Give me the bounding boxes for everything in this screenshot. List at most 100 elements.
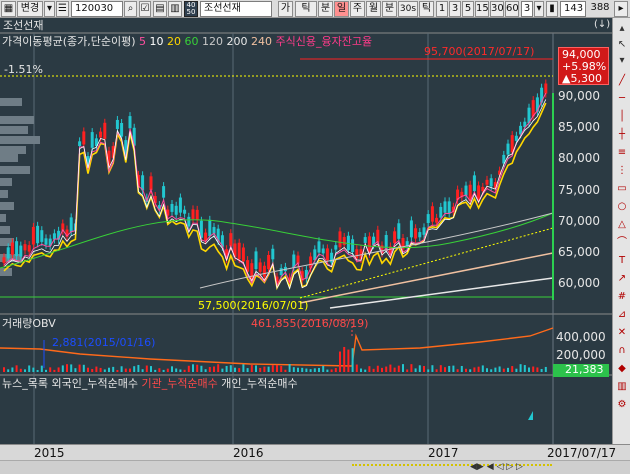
checkbox-icon[interactable]: ☑ — [139, 1, 151, 17]
volume-bar-96 — [406, 369, 409, 372]
minute-tick-button[interactable]: 틱 — [295, 1, 317, 17]
minute-button[interactable]: 분 — [318, 1, 333, 17]
erase-icon[interactable]: ✕ — [615, 326, 629, 339]
trend-line-icon[interactable]: ╱ — [615, 74, 629, 87]
chart-area[interactable]: 조선선재 (↓) 가격이동평균(종가,단순이평) 5 10 20 60 120 … — [0, 18, 612, 462]
stock-change-button[interactable]: 변경 — [17, 1, 43, 17]
cross-line-icon[interactable]: ┼ — [615, 128, 629, 141]
period-3-button[interactable]: 3 — [449, 1, 461, 17]
grid-menu-icon[interactable]: ▦ — [1, 1, 16, 17]
ma-120-label: 120 — [202, 35, 224, 48]
period-1-button[interactable]: 1 — [436, 1, 448, 17]
volume-bar-53 — [225, 365, 228, 372]
mode-badge[interactable]: 40 50 — [184, 1, 198, 17]
volume-bar-61 — [259, 367, 262, 372]
volume-bar-54 — [229, 365, 232, 372]
news-list-label[interactable]: 뉴스_목록 — [2, 377, 48, 390]
fibonacci-icon[interactable]: ⋮ — [615, 164, 629, 177]
tick2-button[interactable]: 틱 — [419, 1, 434, 17]
price-chart[interactable] — [0, 18, 612, 462]
x-label-2016: 2016 — [233, 446, 264, 460]
rectangle-icon[interactable]: ▭ — [615, 182, 629, 195]
text-icon[interactable]: T — [615, 254, 629, 267]
measure-icon[interactable]: ⊿ — [615, 308, 629, 321]
volume-bar-55 — [234, 367, 236, 372]
candle-body-122 — [514, 135, 518, 141]
triangle-icon[interactable]: △ — [615, 218, 629, 231]
scroll-down-icon[interactable]: ▾ — [615, 54, 629, 67]
volume-bar-58 — [246, 368, 249, 372]
period-60-button[interactable]: 60 — [505, 1, 519, 17]
volume-bar-24 — [103, 369, 106, 372]
count-field[interactable]: 143 — [560, 1, 586, 17]
tick-button[interactable]: 가 — [278, 1, 293, 17]
volume-title: 거래량 — [2, 317, 33, 330]
cursor-icon[interactable]: ↖ — [615, 38, 629, 51]
arc-icon[interactable]: ⌒ — [615, 236, 629, 249]
candle-body-8 — [36, 225, 40, 244]
arrow-icon[interactable]: ↗ — [615, 272, 629, 285]
individual-net-label: 개인_누적순매수 — [221, 377, 298, 390]
volume-bar-125 — [528, 367, 530, 372]
volume-bar-22 — [95, 366, 98, 372]
volume-bar-84 — [355, 364, 358, 372]
settings-icon[interactable]: ▥ — [168, 1, 182, 17]
chart-icon[interactable]: ▤ — [153, 1, 167, 17]
lock-icon[interactable]: ◆ — [615, 362, 629, 375]
volume-bar-29 — [124, 368, 127, 372]
volume-bar-36 — [154, 369, 157, 372]
volume-bar-69 — [292, 367, 295, 372]
period-custom-field[interactable]: 3 — [521, 1, 533, 17]
magnet-icon[interactable]: ∩ — [615, 344, 629, 357]
minute2-button[interactable]: 분 — [382, 1, 397, 17]
vertical-line-icon[interactable]: │ — [615, 110, 629, 123]
grid-tool-icon[interactable]: # — [615, 290, 629, 303]
ma-5-label: 5 — [139, 35, 147, 48]
restore-icon[interactable]: (↓) — [594, 19, 610, 31]
volume-bar-60 — [255, 365, 257, 372]
search-icon[interactable]: ⌕ — [124, 1, 137, 17]
horizontal-line-icon[interactable]: ─ — [615, 92, 629, 105]
scroll-right-icon[interactable]: ▸ — [614, 1, 628, 17]
scroll-up-icon[interactable]: ▴ — [615, 22, 629, 35]
volume-bar-19 — [82, 364, 85, 372]
volume-bar-52 — [221, 368, 224, 372]
config-icon[interactable]: ⚙ — [615, 398, 629, 411]
seconds-button[interactable]: 30s — [398, 1, 418, 17]
chart-type-button[interactable]: ☰ — [56, 1, 69, 17]
volume-bar-74 — [313, 368, 316, 372]
scroll-left-arrow-icon[interactable]: ◀▶ ◀ ◁ ▷ ▷ — [470, 462, 523, 472]
volume-bar-80 — [339, 351, 341, 372]
delete-all-icon[interactable]: ▥ — [615, 380, 629, 393]
period-30-button[interactable]: 30 — [490, 1, 504, 17]
stock-code-field[interactable]: 120030 — [71, 1, 123, 17]
view-toggle-icon[interactable]: ▮ — [546, 1, 558, 17]
candle-body-66 — [279, 268, 283, 275]
day-button[interactable]: 일 — [334, 1, 349, 17]
volume-bar-27 — [116, 369, 119, 372]
volume-profile-bar-4 — [0, 146, 26, 154]
scrollbar[interactable]: ◀▶ ◀ ◁ ▷ ▷ — [0, 460, 630, 474]
period-dropdown-icon[interactable]: ▾ — [534, 1, 544, 17]
month-button[interactable]: 월 — [366, 1, 381, 17]
parallel-line-icon[interactable]: ≡ — [615, 146, 629, 159]
volume-bar-98 — [414, 368, 417, 372]
volume-bar-25 — [108, 367, 110, 372]
toolbar: ▦ 변경 ▾ ☰ 120030 ⌕ ☑ ▤ ▥ 40 50 조선선재 가 틱 분 … — [0, 0, 630, 18]
week-button[interactable]: 주 — [350, 1, 365, 17]
volume-profile-bar-7 — [0, 178, 12, 186]
volume-bar-97 — [410, 364, 413, 372]
circle-icon[interactable]: ○ — [615, 200, 629, 213]
volume-bar-57 — [242, 364, 245, 372]
period-5-button[interactable]: 5 — [462, 1, 474, 17]
candle-body-102 — [430, 206, 434, 222]
candle-body-18 — [78, 141, 82, 147]
volume-bar-45 — [192, 364, 194, 372]
period-15-button[interactable]: 15 — [475, 1, 489, 17]
volume-bar-9 — [40, 365, 43, 372]
pct-label: -1.51% — [4, 63, 43, 76]
stock-name-field[interactable]: 조선선재 — [200, 1, 272, 17]
volume-bar-68 — [288, 364, 291, 372]
candle-body-64 — [271, 248, 275, 260]
dropdown-icon[interactable]: ▾ — [44, 1, 55, 17]
